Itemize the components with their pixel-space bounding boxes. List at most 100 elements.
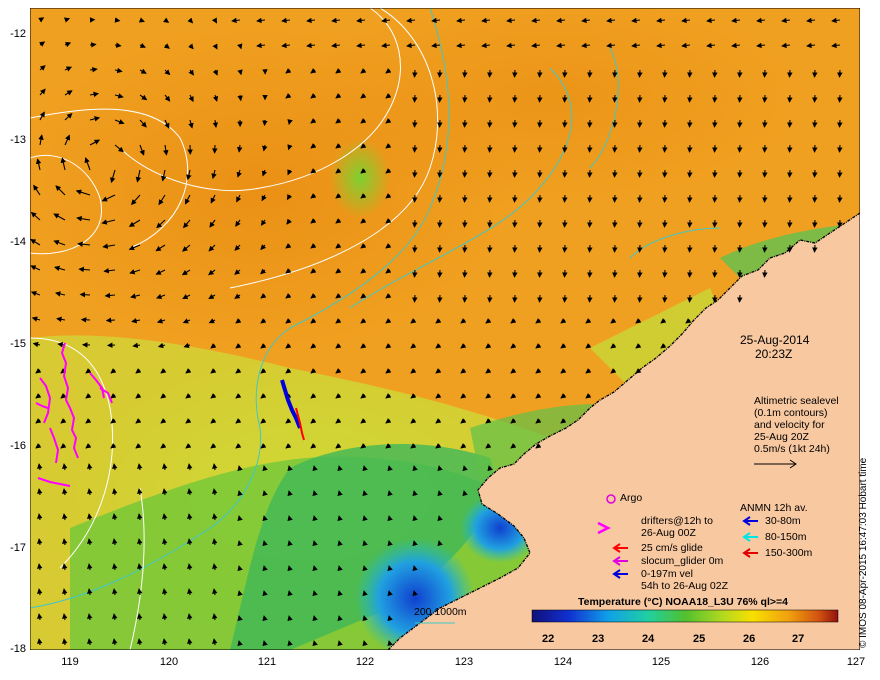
map-time: 20:23Z: [755, 347, 793, 361]
velocity-arrow: [487, 194, 493, 203]
velocity-arrow: [612, 194, 618, 203]
velocity-arrow: [637, 194, 643, 203]
velocity-arrow: [412, 94, 418, 103]
velocity-arrow: [787, 69, 793, 78]
velocity-arrow: [562, 69, 568, 78]
velocity-arrow: [512, 244, 518, 253]
velocity-arrow: [512, 119, 518, 128]
velocity-arrow: [412, 219, 418, 228]
y-tick: -14: [10, 236, 26, 248]
velocity-arrow: [687, 244, 693, 253]
velocity-arrow: [737, 69, 743, 78]
velocity-arrow: [562, 144, 568, 153]
velocity-arrow: [512, 194, 518, 203]
velocity-arrow: [637, 69, 643, 78]
velocity-arrow: [562, 244, 568, 253]
velocity-arrow: [837, 219, 843, 228]
velocity-arrow: [462, 94, 468, 103]
colorbar-tick: 27: [792, 633, 805, 645]
velocity-arrow: [812, 219, 818, 228]
velocity-arrow: [762, 219, 768, 228]
velocity-arrow: [487, 244, 493, 253]
velocity-arrow: [512, 169, 518, 178]
velocity-arrow: [512, 219, 518, 228]
velocity-arrow: [537, 244, 543, 253]
velocity-arrow: [812, 119, 818, 128]
velocity-arrow: [512, 294, 518, 303]
velocity-arrow: [762, 119, 768, 128]
velocity-arrow: [537, 94, 543, 103]
colorbar: [531, 609, 839, 623]
y-tick: -12: [10, 28, 26, 40]
velocity-arrow: [662, 219, 668, 228]
velocity-arrow: [587, 194, 593, 203]
legend-slocum: slocum_glider 0m: [641, 555, 724, 567]
velocity-arrow: [512, 69, 518, 78]
velocity-arrow: [637, 169, 643, 178]
map-date: 25-Aug-2014: [740, 333, 810, 347]
velocity-arrow: [837, 194, 843, 203]
velocity-arrow: [812, 194, 818, 203]
velocity-arrow: [587, 219, 593, 228]
velocity-arrow: [487, 294, 493, 303]
velocity-arrow: [114, 17, 121, 23]
velocity-arrow: [637, 219, 643, 228]
legend-anmn-item: 150-300m: [765, 547, 813, 559]
velocity-arrow: [787, 119, 793, 128]
velocity-arrow: [537, 294, 543, 303]
velocity-arrow: [437, 269, 443, 278]
legend-anmn-item: 30-80m: [765, 515, 801, 527]
velocity-arrow: [437, 69, 443, 78]
velocity-arrow: [612, 169, 618, 178]
velocity-arrow: [737, 144, 743, 153]
velocity-arrow: [612, 144, 618, 153]
velocity-arrow: [462, 144, 468, 153]
velocity-arrow: [687, 194, 693, 203]
velocity-arrow: [662, 119, 668, 128]
velocity-arrow: [437, 219, 443, 228]
velocity-arrow: [612, 119, 618, 128]
x-tick: 126: [750, 656, 770, 668]
colorbar-tick: 26: [743, 633, 756, 645]
velocity-arrow: [512, 94, 518, 103]
velocity-arrow: [262, 119, 268, 127]
colorbar-title: Temperature (°C) NOAA18_L3U 76% ql>=4: [578, 596, 788, 608]
sst-map: [30, 8, 860, 650]
velocity-arrow: [462, 69, 468, 78]
velocity-arrow: [737, 294, 743, 303]
velocity-arrow: [737, 244, 743, 253]
velocity-arrow: [437, 194, 443, 203]
velocity-arrow: [812, 94, 818, 103]
velocity-arrow: [662, 169, 668, 178]
legend-drifters: 26-Aug 00Z: [641, 527, 696, 539]
velocity-arrow: [512, 144, 518, 153]
velocity-arrow: [562, 169, 568, 178]
velocity-arrow: [487, 269, 493, 278]
velocity-arrow: [487, 169, 493, 178]
velocity-arrow: [762, 94, 768, 103]
x-tick: 122: [355, 656, 375, 668]
velocity-arrow: [562, 294, 568, 303]
colorbar-tick: 23: [592, 633, 605, 645]
velocity-arrow: [662, 94, 668, 103]
colorbar-tick: 22: [542, 633, 555, 645]
velocity-arrow: [787, 194, 793, 203]
velocity-arrow: [105, 317, 116, 324]
velocity-arrow: [712, 119, 718, 128]
legend-glide: 25 cm/s glide: [641, 542, 703, 554]
colorbar-tick: 24: [642, 633, 655, 645]
velocity-arrow: [737, 169, 743, 178]
velocity-arrow: [637, 144, 643, 153]
velocity-arrow: [662, 294, 668, 303]
velocity-arrow: [712, 294, 718, 303]
velocity-arrow: [587, 269, 593, 278]
velocity-arrow: [662, 194, 668, 203]
velocity-arrow: [412, 144, 418, 153]
velocity-arrow: [762, 144, 768, 153]
velocity-arrow: [587, 144, 593, 153]
velocity-arrow: [737, 94, 743, 103]
velocity-arrow: [687, 294, 693, 303]
velocity-arrow: [787, 144, 793, 153]
velocity-arrow: [837, 94, 843, 103]
velocity-arrow: [687, 144, 693, 153]
